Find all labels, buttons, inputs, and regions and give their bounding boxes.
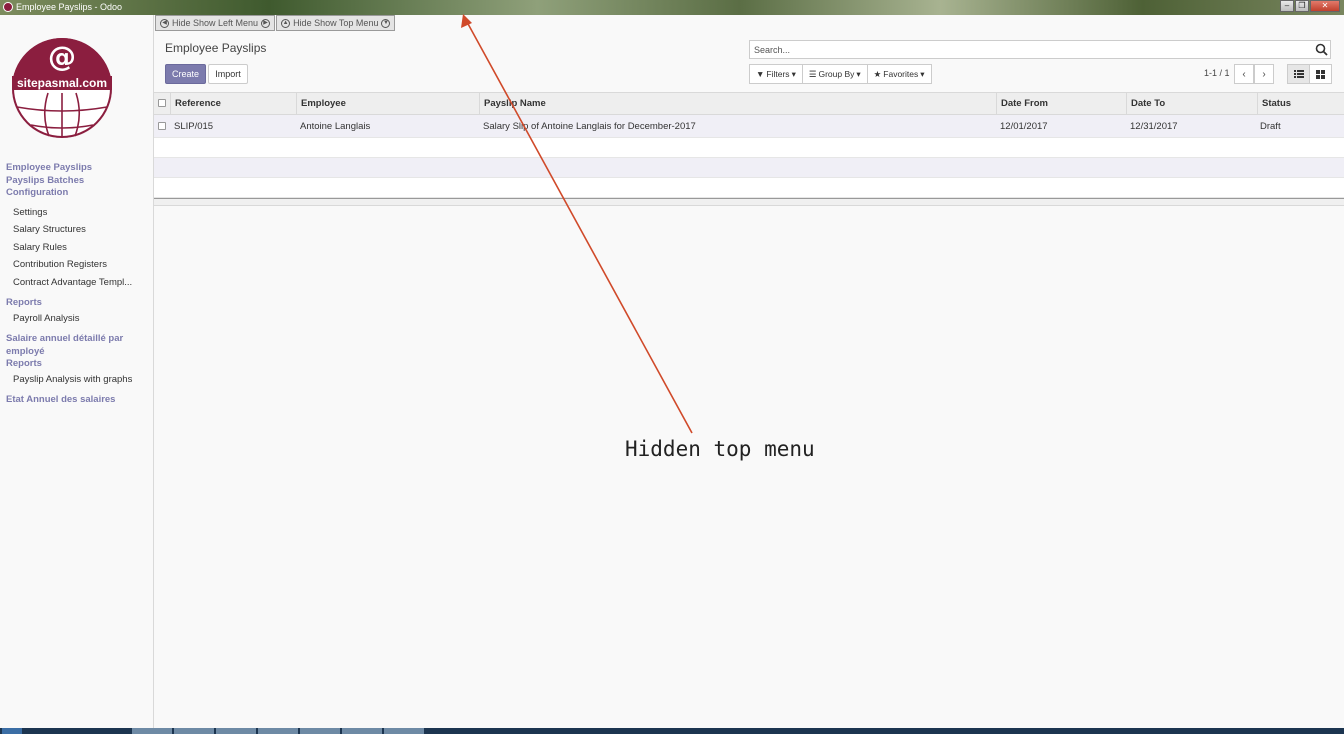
- list-icon: ☰: [808, 68, 817, 79]
- group-by-dropdown[interactable]: ☰ Group By ▾: [801, 64, 868, 84]
- restore-icon[interactable]: ❐: [1295, 0, 1309, 12]
- taskbar-item[interactable]: [174, 728, 214, 734]
- taskbar-item[interactable]: [342, 728, 382, 734]
- circle-arrow-up-icon: ▲: [281, 18, 291, 28]
- pager-previous-icon[interactable]: ‹: [1234, 64, 1254, 84]
- circle-arrow-right-icon: ▶: [261, 18, 271, 28]
- filter-icon: ▼: [756, 69, 765, 79]
- column-header-status[interactable]: Status: [1257, 93, 1344, 115]
- cell-date-from: 12/01/2017: [1000, 121, 1048, 132]
- sidebar-item-payroll-analysis[interactable]: Payroll Analysis: [0, 310, 154, 328]
- toggle-left-menu-label: Hide Show Left Menu: [172, 18, 259, 28]
- odoo-app-icon: [3, 2, 13, 12]
- taskbar-item[interactable]: [216, 728, 256, 734]
- table-header: Reference Employee Payslip Name Date Fro…: [154, 92, 1344, 115]
- column-header-payslip-name[interactable]: Payslip Name: [479, 93, 997, 115]
- search-box: [749, 40, 1331, 59]
- pager-value[interactable]: 1-1 / 1: [1204, 68, 1230, 78]
- window-titlebar: Employee Payslips - Odoo – ❐ ✕: [0, 0, 1344, 15]
- import-button[interactable]: Import: [208, 64, 248, 84]
- payslip-list: Reference Employee Payslip Name Date Fro…: [154, 92, 1344, 206]
- table-row[interactable]: SLIP/015 Antoine Langlais Salary Slip of…: [154, 115, 1344, 138]
- toggle-top-menu-button[interactable]: ▲ Hide Show Top Menu ▼: [276, 15, 396, 31]
- empty-row: [154, 178, 1344, 198]
- sidebar-item-employee-payslips[interactable]: Employee Payslips: [0, 162, 154, 175]
- svg-text:@: @: [48, 40, 76, 73]
- sidebar-item-reports-2[interactable]: Reports: [0, 358, 154, 371]
- sidebar-item-salaire-annuel[interactable]: Salaire annuel détaillé par employé: [0, 333, 154, 358]
- cell-status: Draft: [1260, 121, 1281, 132]
- os-taskbar: [0, 728, 1344, 734]
- pager-next-icon[interactable]: ›: [1254, 64, 1274, 84]
- sitepasmal-logo: @ sitepasmal.com: [12, 38, 112, 138]
- cell-date-to: 12/31/2017: [1130, 121, 1178, 132]
- taskbar-item[interactable]: [384, 728, 424, 734]
- minimize-icon[interactable]: –: [1280, 0, 1294, 12]
- filters-label: Filters: [766, 69, 790, 79]
- sidebar-menu: Employee Payslips Payslips Batches Confi…: [0, 162, 154, 407]
- left-sidebar: @ sitepasmal.com Employee Payslips Paysl…: [0, 15, 154, 728]
- toggle-top-menu-label: Hide Show Top Menu: [293, 18, 379, 28]
- window-controls: – ❐ ✕: [1279, 0, 1340, 12]
- annotation-label: Hidden top menu: [625, 437, 815, 461]
- table-footer: [154, 198, 1344, 206]
- sidebar-item-settings[interactable]: Settings: [0, 204, 154, 222]
- cell-reference: SLIP/015: [174, 121, 214, 132]
- sidebar-item-contract-advantage-templates[interactable]: Contract Advantage Templ...: [0, 274, 154, 292]
- kanban-view-icon[interactable]: [1309, 64, 1332, 84]
- column-header-date-from[interactable]: Date From: [996, 93, 1128, 115]
- group-by-label: Group By: [818, 69, 855, 79]
- menu-toggles: ◀ Hide Show Left Menu ▶ ▲ Hide Show Top …: [155, 15, 396, 31]
- favorites-label: Favorites: [883, 69, 919, 79]
- circle-arrow-down-icon: ▼: [381, 18, 391, 28]
- sidebar-item-etat-annuel[interactable]: Etat Annuel des salaires: [0, 394, 154, 407]
- select-all-checkbox[interactable]: [158, 99, 166, 107]
- column-header-employee[interactable]: Employee: [296, 93, 480, 115]
- close-icon[interactable]: ✕: [1310, 0, 1340, 12]
- taskbar-item[interactable]: [300, 728, 340, 734]
- start-icon[interactable]: [2, 728, 22, 734]
- list-view-icon[interactable]: [1287, 64, 1310, 84]
- search-input[interactable]: [750, 41, 1310, 58]
- svg-text:sitepasmal.com: sitepasmal.com: [17, 76, 107, 90]
- window-title: Employee Payslips - Odoo: [16, 2, 123, 12]
- search-icon[interactable]: [1315, 43, 1328, 56]
- sidebar-item-salary-rules[interactable]: Salary Rules: [0, 239, 154, 257]
- favorites-dropdown[interactable]: ★ Favorites ▾: [866, 64, 932, 84]
- sidebar-item-payslips-batches[interactable]: Payslips Batches: [0, 175, 154, 188]
- taskbar-item[interactable]: [258, 728, 298, 734]
- toggle-left-menu-button[interactable]: ◀ Hide Show Left Menu ▶: [155, 15, 276, 31]
- create-button[interactable]: Create: [165, 64, 206, 84]
- empty-row: [154, 138, 1344, 158]
- column-header-date-to[interactable]: Date To: [1126, 93, 1258, 115]
- row-checkbox[interactable]: [158, 122, 166, 130]
- taskbar-item[interactable]: [132, 728, 172, 734]
- filters-dropdown[interactable]: ▼ Filters ▾: [749, 64, 803, 84]
- cell-payslip-name: Salary Slip of Antoine Langlais for Dece…: [483, 121, 696, 132]
- star-icon: ★: [873, 68, 882, 79]
- sidebar-item-contribution-registers[interactable]: Contribution Registers: [0, 256, 154, 274]
- search-options: ▼ Filters ▾ ☰ Group By ▾ ★ Favorites ▾: [749, 64, 932, 84]
- caret-down-icon: ▾: [920, 68, 925, 79]
- breadcrumb-title: Employee Payslips: [165, 41, 267, 55]
- circle-arrow-left-icon: ◀: [160, 18, 169, 28]
- cell-employee: Antoine Langlais: [300, 121, 371, 132]
- sidebar-item-payslip-analysis-graphs[interactable]: Payslip Analysis with graphs: [0, 371, 154, 389]
- caret-down-icon: ▾: [791, 68, 796, 79]
- sidebar-item-configuration[interactable]: Configuration: [0, 187, 154, 200]
- sidebar-item-reports[interactable]: Reports: [0, 297, 154, 310]
- column-header-reference[interactable]: Reference: [170, 93, 298, 115]
- caret-down-icon: ▾: [856, 68, 861, 79]
- sidebar-item-salary-structures[interactable]: Salary Structures: [0, 221, 154, 239]
- empty-row: [154, 158, 1344, 178]
